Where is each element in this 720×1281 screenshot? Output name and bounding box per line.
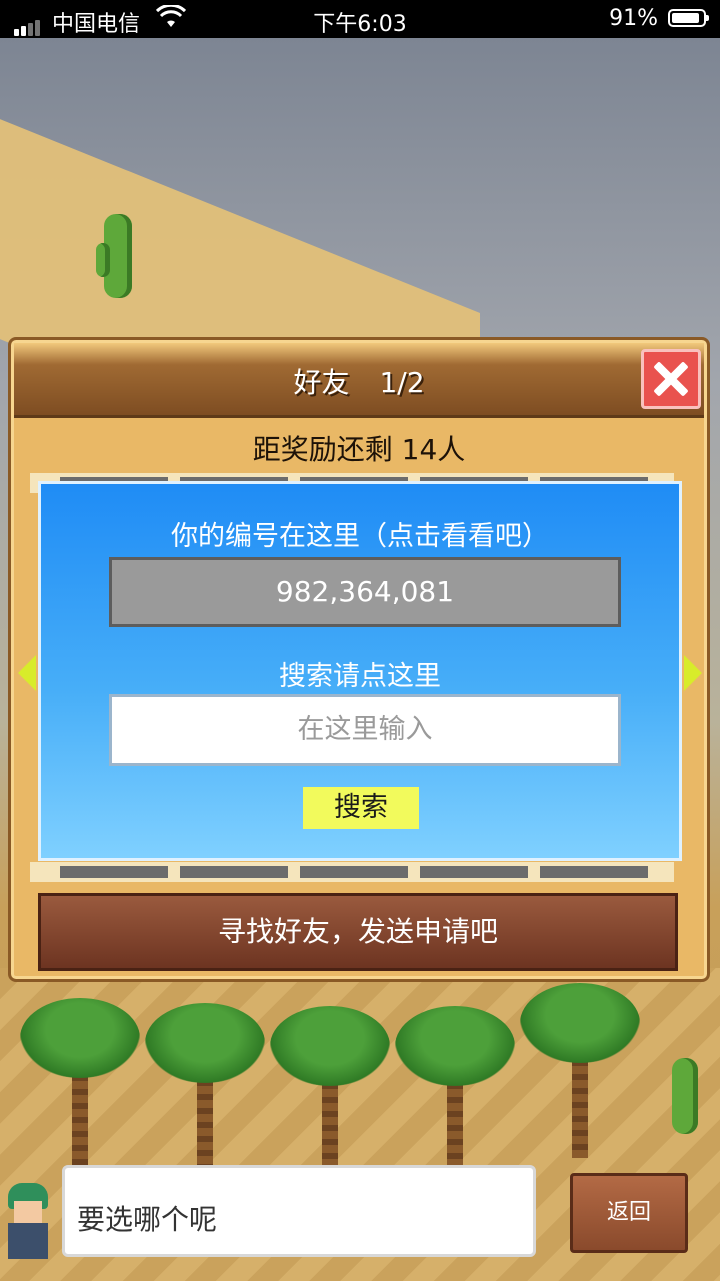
speech-text: 要选哪个呢	[77, 1203, 218, 1236]
cactus-icon	[672, 1058, 698, 1134]
close-button[interactable]	[641, 349, 701, 409]
friend-search-panel: 你的编号在这里（点击看看吧） 982,364,081 搜索请点这里 在这里输入 …	[38, 481, 682, 861]
back-button[interactable]: 返回	[570, 1173, 688, 1253]
cactus-icon	[96, 243, 110, 277]
your-id-label: 你的编号在这里（点击看看吧）	[171, 521, 549, 552]
speech-bubble: 要选哪个呢	[62, 1165, 536, 1257]
dialog-header: 好友 1/2	[14, 343, 704, 418]
battery-icon	[668, 9, 709, 27]
friend-slots-bottom	[30, 862, 674, 882]
find-friends-button[interactable]: 寻找好友，发送申请吧	[38, 893, 678, 971]
avatar	[2, 1183, 56, 1263]
page-indicator: 1/2	[379, 366, 425, 399]
dialog-title-text: 好友	[293, 366, 350, 399]
palm-tree-icon	[520, 983, 640, 1183]
search-input[interactable]: 在这里输入	[109, 694, 621, 766]
reward-progress-text: 距奖励还剩 14人	[252, 433, 466, 466]
battery-percent: 91%	[609, 6, 658, 31]
your-id-field[interactable]: 982,364,081	[109, 557, 621, 627]
status-bar: 中国电信 下午6:03 91%	[0, 0, 720, 38]
dialog-title: 好友 1/2	[14, 361, 704, 401]
search-label: 搜索请点这里	[279, 661, 441, 692]
arrow-left-icon[interactable]	[18, 655, 36, 691]
search-button[interactable]: 搜索	[303, 787, 419, 829]
arrow-right-icon[interactable]	[684, 655, 702, 691]
